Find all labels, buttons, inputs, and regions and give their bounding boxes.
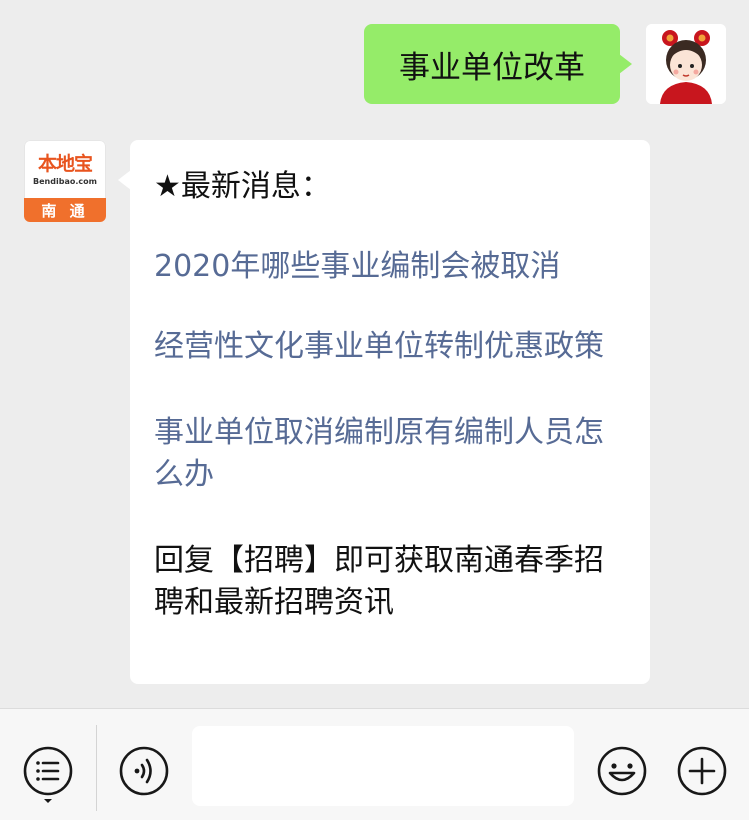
message-footer-text: 回复【招聘】即可获取南通春季招聘和最新招聘资讯 [154,543,604,620]
menu-list-icon[interactable] [22,745,74,805]
bendibao-logo: 本地宝 Bendibao.com [24,140,106,198]
incoming-message-bubble: ★最新消息： 2020年哪些事业编制会被取消 经营性文化事业单位转制优惠政策 事… [118,140,650,684]
chat-input-toolbar [0,708,749,820]
plus-icon[interactable] [676,745,728,797]
message-title: ★最新消息： [154,169,331,204]
outgoing-message-text: 事业单位改革 [399,49,585,86]
official-account-avatar[interactable]: 本地宝 Bendibao.com 南 通 [24,140,106,222]
message-link[interactable]: 事业单位取消编制原有编制人员怎么办 [154,412,626,496]
user-avatar[interactable] [646,24,726,104]
logo-brand-text: 本地宝 [37,152,93,175]
voice-icon[interactable] [118,745,170,797]
emoji-icon[interactable] [596,745,648,797]
chat-area: 事业单位改革 本地宝 Bendibao.com 南 通 ★最新消息： 2020年… [0,0,749,708]
logo-city-banner: 南 通 [24,198,106,222]
logo-domain-text: Bendibao.com [33,176,97,186]
toolbar-divider [96,725,97,811]
message-input[interactable] [192,726,574,806]
message-link[interactable]: 经营性文化事业单位转制优惠政策 [154,326,626,368]
user-avatar-image [646,24,726,104]
outgoing-message-bubble[interactable]: 事业单位改革 [364,24,632,104]
message-link[interactable]: 2020年哪些事业编制会被取消 [154,246,626,288]
